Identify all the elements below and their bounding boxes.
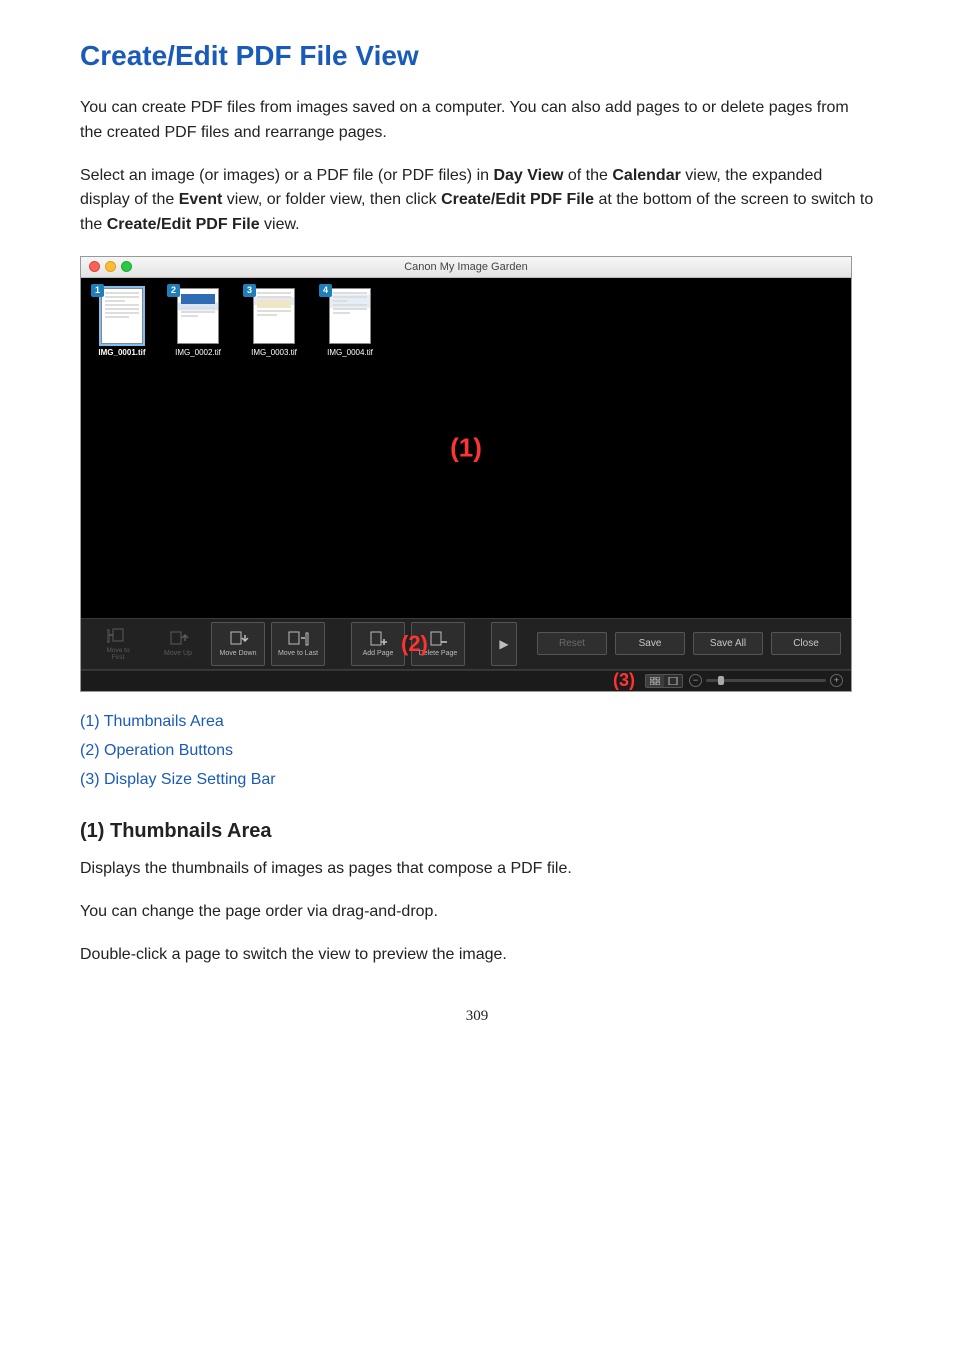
intro-paragraph-1: You can create PDF files from images sav…	[80, 96, 874, 146]
page-number-badge: 4	[319, 284, 332, 297]
chevron-right-icon: ▶	[499, 637, 508, 651]
move-down-button[interactable]: Move Down	[211, 622, 265, 666]
section-1-heading: (1) Thumbnails Area	[80, 820, 874, 843]
move-last-icon	[287, 630, 309, 648]
bold-event: Event	[179, 191, 223, 208]
button-label: Move Down	[220, 650, 257, 657]
link-display-size-bar[interactable]: (3) Display Size Setting Bar	[80, 768, 874, 793]
operation-toolbar: Move to First Move Up Move Down Move to …	[81, 618, 851, 670]
section-1-p2: You can change the page order via drag-a…	[80, 900, 874, 925]
annotation-3: (3)	[613, 670, 635, 691]
page-number-badge: 2	[167, 284, 180, 297]
button-label: Move Up	[164, 650, 192, 657]
text: view.	[260, 216, 300, 233]
single-view-icon[interactable]	[664, 675, 682, 687]
delete-page-icon	[427, 630, 449, 648]
thumbnail-filename: IMG_0003.tif	[251, 348, 297, 357]
grid-view-icon[interactable]	[646, 675, 664, 687]
bold-create-edit-1: Create/Edit PDF File	[441, 191, 594, 208]
thumbnail-filename: IMG_0001.tif	[98, 348, 145, 357]
thumbnail-item[interactable]: 3 IMG_0003.tif	[247, 288, 301, 357]
delete-page-button[interactable]: Delete Page	[411, 622, 465, 666]
page-preview-icon	[329, 288, 371, 344]
page-number-badge: 3	[243, 284, 256, 297]
move-to-first-button[interactable]: Move to First	[91, 622, 145, 666]
toolbar-expand-button[interactable]: ▶	[491, 622, 517, 666]
page-preview-icon	[253, 288, 295, 344]
thumbnail-filename: IMG_0002.tif	[175, 348, 221, 357]
page-preview-icon	[101, 288, 143, 344]
bold-calendar: Calendar	[612, 167, 680, 184]
text: view, or folder view, then click	[222, 191, 441, 208]
close-button[interactable]: Close	[771, 632, 841, 655]
text: Select an image (or images) or a PDF fil…	[80, 167, 493, 184]
move-up-button[interactable]: Move Up	[151, 622, 205, 666]
intro-paragraph-2: Select an image (or images) or a PDF fil…	[80, 164, 874, 238]
thumbnail-item[interactable]: 4 IMG_0004.tif	[323, 288, 377, 357]
button-label: Add Page	[363, 650, 394, 657]
zoom-in-button[interactable]: +	[830, 674, 843, 687]
app-titlebar: Canon My Image Garden	[81, 257, 851, 278]
zoom-slider[interactable]: − +	[689, 674, 843, 687]
view-mode-toggle[interactable]	[645, 674, 683, 688]
app-window: Canon My Image Garden 1 IMG_0001.tif 2 I…	[80, 256, 852, 692]
display-size-bar: (3) − +	[81, 670, 851, 691]
page-title: Create/Edit PDF File View	[80, 40, 874, 72]
section-1-p1: Displays the thumbnails of images as pag…	[80, 857, 874, 882]
section-1-p3: Double-click a page to switch the view t…	[80, 943, 874, 968]
zoom-track[interactable]	[706, 679, 826, 682]
add-page-button[interactable]: Add Page	[351, 622, 405, 666]
zoom-thumb[interactable]	[718, 676, 724, 685]
add-page-icon	[367, 630, 389, 648]
thumbnails-area[interactable]: 1 IMG_0001.tif 2 IMG_0002.tif 3 IMG_0003…	[81, 278, 851, 618]
anchor-link-list: (1) Thumbnails Area (2) Operation Button…	[80, 710, 874, 792]
button-label: Move to Last	[278, 650, 318, 657]
annotation-1: (1)	[450, 432, 482, 463]
thumbnail-filename: IMG_0004.tif	[327, 348, 373, 357]
text: of the	[563, 167, 612, 184]
app-title: Canon My Image Garden	[81, 261, 851, 273]
page-number-badge: 1	[91, 284, 104, 297]
move-down-icon	[227, 630, 249, 648]
bold-create-edit-2: Create/Edit PDF File	[107, 216, 260, 233]
zoom-out-button[interactable]: −	[689, 674, 702, 687]
link-thumbnails-area[interactable]: (1) Thumbnails Area	[80, 710, 874, 735]
move-to-last-button[interactable]: Move to Last	[271, 622, 325, 666]
link-operation-buttons[interactable]: (2) Operation Buttons	[80, 739, 874, 764]
save-button[interactable]: Save	[615, 632, 685, 655]
thumbnail-item[interactable]: 1 IMG_0001.tif	[95, 288, 149, 357]
page-number: 309	[80, 1008, 874, 1025]
page-preview-icon	[177, 288, 219, 344]
bold-day-view: Day View	[493, 167, 563, 184]
button-label: Delete Page	[419, 650, 458, 657]
thumbnail-item[interactable]: 2 IMG_0002.tif	[171, 288, 225, 357]
save-all-button[interactable]: Save All	[693, 632, 763, 655]
move-up-icon	[167, 630, 189, 648]
move-first-icon	[107, 627, 129, 645]
button-label: Move to First	[106, 647, 129, 661]
reset-button[interactable]: Reset	[537, 632, 607, 655]
